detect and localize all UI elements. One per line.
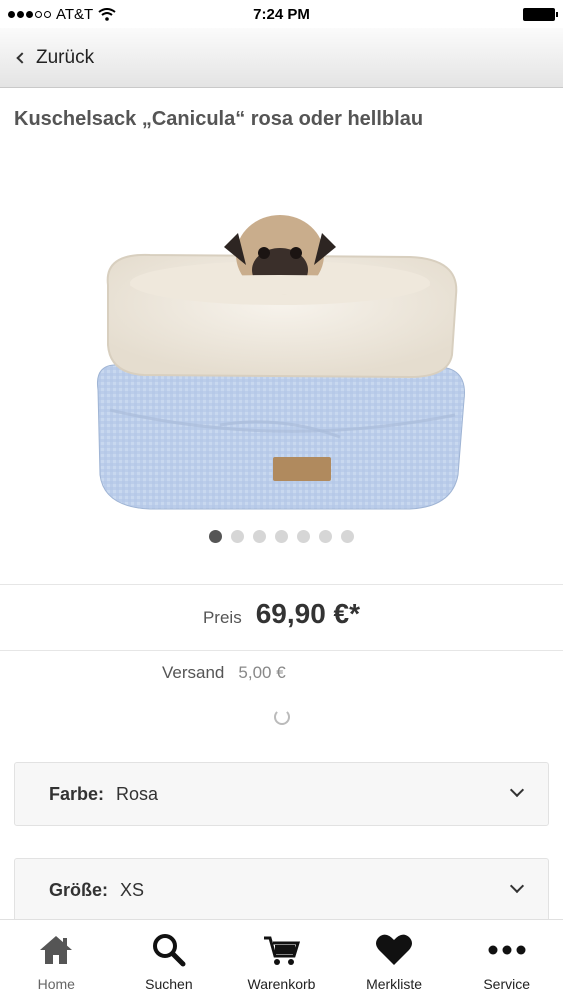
pagination-dot[interactable]: [231, 530, 244, 543]
back-label: Zurück: [36, 46, 95, 68]
back-button[interactable]: Zurück: [16, 46, 95, 69]
heart-icon: [376, 934, 413, 965]
shipping-value: 5,00 €: [238, 663, 286, 682]
size-select[interactable]: Größe: XS: [14, 858, 549, 922]
option-label: Farbe:: [49, 783, 105, 804]
signal-icon: [8, 10, 51, 18]
product-image[interactable]: [80, 175, 480, 540]
more-icon: [488, 945, 526, 955]
color-select[interactable]: Farbe: Rosa: [14, 762, 549, 826]
carrier-name: AT&T: [56, 5, 94, 23]
price-label: Preis: [202, 608, 242, 627]
status-bar: AT&T 7:24 PM: [0, 0, 563, 28]
tab-label: Warenkorb: [247, 976, 316, 992]
tab-search[interactable]: Suchen: [113, 920, 226, 1000]
pagination-dot[interactable]: [319, 530, 332, 543]
status-left: AT&T: [8, 6, 116, 23]
shipping-label: Versand: [162, 663, 225, 682]
pagination-dot[interactable]: [209, 530, 222, 543]
tab-label: Merkliste: [366, 976, 423, 992]
pagination-dot[interactable]: [253, 530, 266, 543]
option-value: Rosa: [116, 783, 159, 804]
pagination-dot[interactable]: [341, 530, 354, 543]
tab-service[interactable]: Service: [450, 920, 563, 1000]
price-row: Preis 69,90 €*: [0, 598, 563, 630]
tab-label: Home: [37, 976, 75, 992]
chevron-down-icon: [509, 782, 525, 798]
pagination-dot[interactable]: [297, 530, 310, 543]
option-value: XS: [120, 879, 145, 900]
cart-icon: [264, 936, 301, 965]
chevron-left-icon: [16, 51, 28, 64]
product-title: Kuschelsack „Canicula“ rosa oder hellbla…: [14, 108, 424, 130]
tab-label: Suchen: [145, 976, 193, 992]
loading-spinner-icon: [274, 709, 290, 725]
home-icon: [40, 936, 73, 964]
tab-cart[interactable]: Warenkorb: [225, 920, 338, 1000]
battery-icon: [523, 7, 558, 21]
shipping-row: Versand 5,00 €: [162, 663, 286, 683]
chevron-down-icon: [509, 878, 525, 894]
tab-label: Service: [483, 976, 531, 992]
tab-home[interactable]: Home: [0, 920, 113, 1000]
wifi-icon: [98, 7, 116, 21]
tab-wishlist[interactable]: Merkliste: [338, 920, 451, 1000]
divider: [0, 650, 563, 651]
tab-bar: Home Suchen Warenkorb Merkliste Service: [0, 919, 563, 1000]
nav-bar: Zurück: [0, 28, 563, 88]
price-value: 69,90 €*: [255, 598, 361, 629]
option-label: Größe:: [49, 879, 109, 900]
divider: [0, 584, 563, 585]
search-icon: [152, 934, 186, 967]
pagination-dot[interactable]: [275, 530, 288, 543]
image-pagination: [0, 530, 563, 543]
